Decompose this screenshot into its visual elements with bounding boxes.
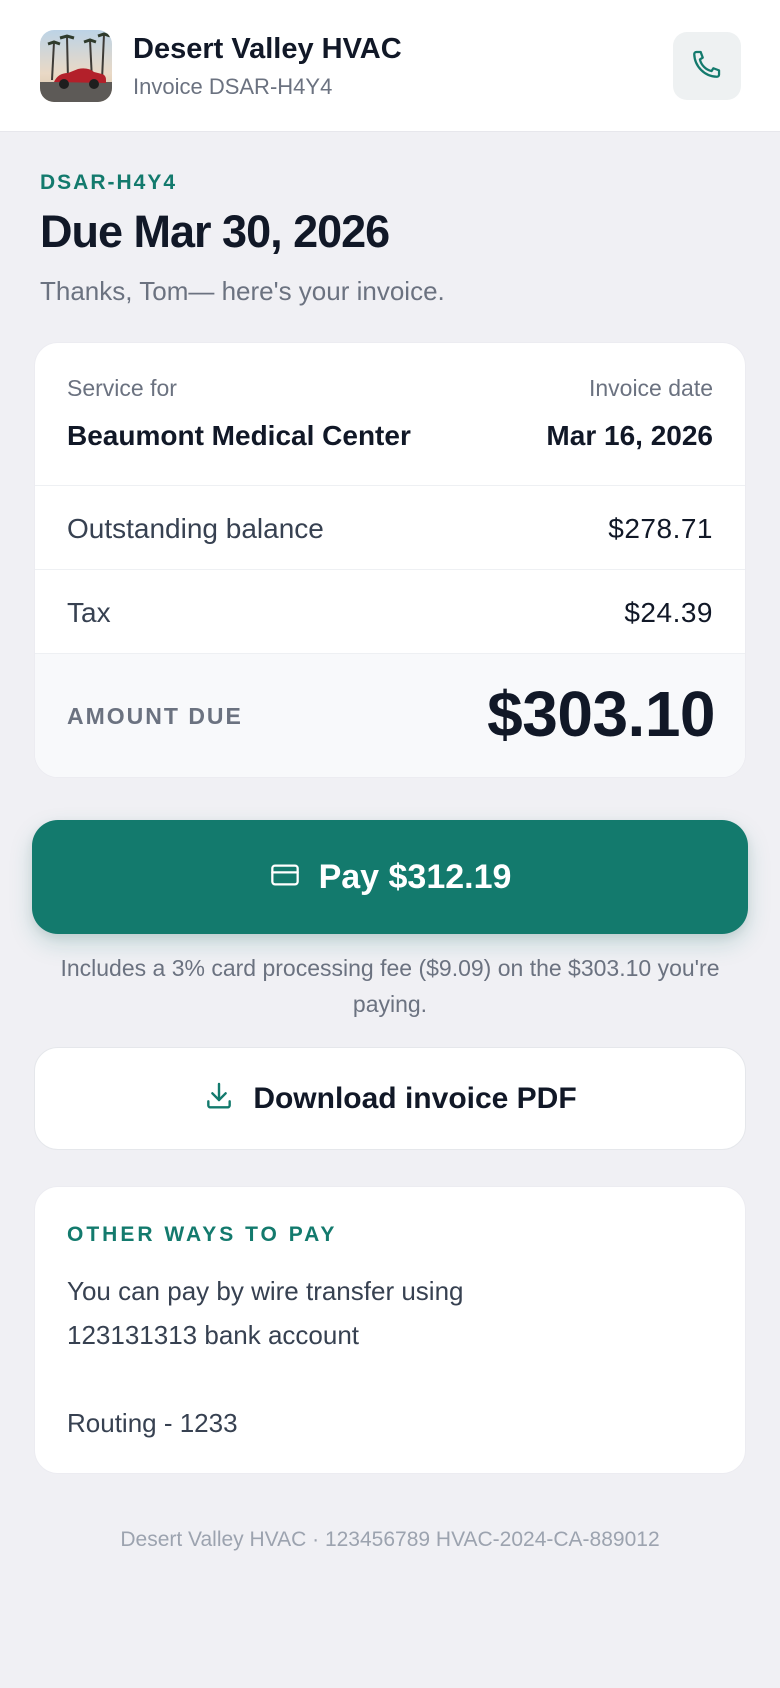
service-for-label: Service for	[67, 375, 177, 401]
phone-icon	[690, 47, 724, 86]
credit-card-icon	[269, 859, 301, 896]
divider	[35, 485, 745, 486]
due-date-heading: Due Mar 30, 2026	[40, 206, 390, 257]
business-logo	[40, 30, 112, 102]
other-ways-instructions: You can pay by wire transfer using 12313…	[67, 1276, 464, 1438]
other-ways-to-pay-card: OTHER WAYS TO PAY You can pay by wire tr…	[34, 1186, 746, 1474]
download-pdf-button[interactable]: Download invoice PDF	[34, 1047, 746, 1150]
business-name: Desert Valley HVAC	[133, 33, 402, 65]
invoice-number: Invoice DSAR-H4Y4	[133, 74, 333, 99]
invoice-summary-card: Service for Beaumont Medical Center Invo…	[34, 342, 746, 778]
amount-due-value: $303.10	[487, 678, 715, 750]
amount-due-row: AMOUNT DUE $303.10	[35, 653, 745, 777]
outstanding-balance-value: $278.71	[608, 513, 713, 544]
service-for-value: Beaumont Medical Center	[67, 420, 411, 451]
tax-label: Tax	[67, 597, 111, 628]
invoice-date-value: Mar 16, 2026	[546, 420, 713, 451]
pay-button[interactable]: Pay $312.19	[32, 820, 748, 934]
greeting-text: Thanks, Tom— here's your invoice.	[40, 276, 445, 306]
tax-value: $24.39	[624, 597, 713, 628]
download-icon	[203, 1080, 235, 1117]
pay-button-label: Pay $312.19	[318, 857, 512, 896]
invoice-reference: DSAR-H4Y4	[40, 171, 178, 194]
download-pdf-label: Download invoice PDF	[253, 1081, 577, 1115]
invoice-date-label: Invoice date	[588, 375, 713, 401]
amount-due-label: AMOUNT DUE	[67, 703, 243, 729]
other-ways-title: OTHER WAYS TO PAY	[67, 1223, 338, 1246]
outstanding-balance-label: Outstanding balance	[67, 513, 324, 544]
footer-text: Desert Valley HVAC · 123456789 HVAC-2024…	[120, 1528, 660, 1551]
divider	[35, 653, 745, 654]
divider	[35, 569, 745, 570]
processing-fee-note: Includes a 3% card processing fee ($9.09…	[60, 955, 720, 1017]
top-bar: Desert Valley HVAC Invoice DSAR-H4Y4	[0, 0, 780, 132]
call-button[interactable]	[673, 32, 741, 100]
